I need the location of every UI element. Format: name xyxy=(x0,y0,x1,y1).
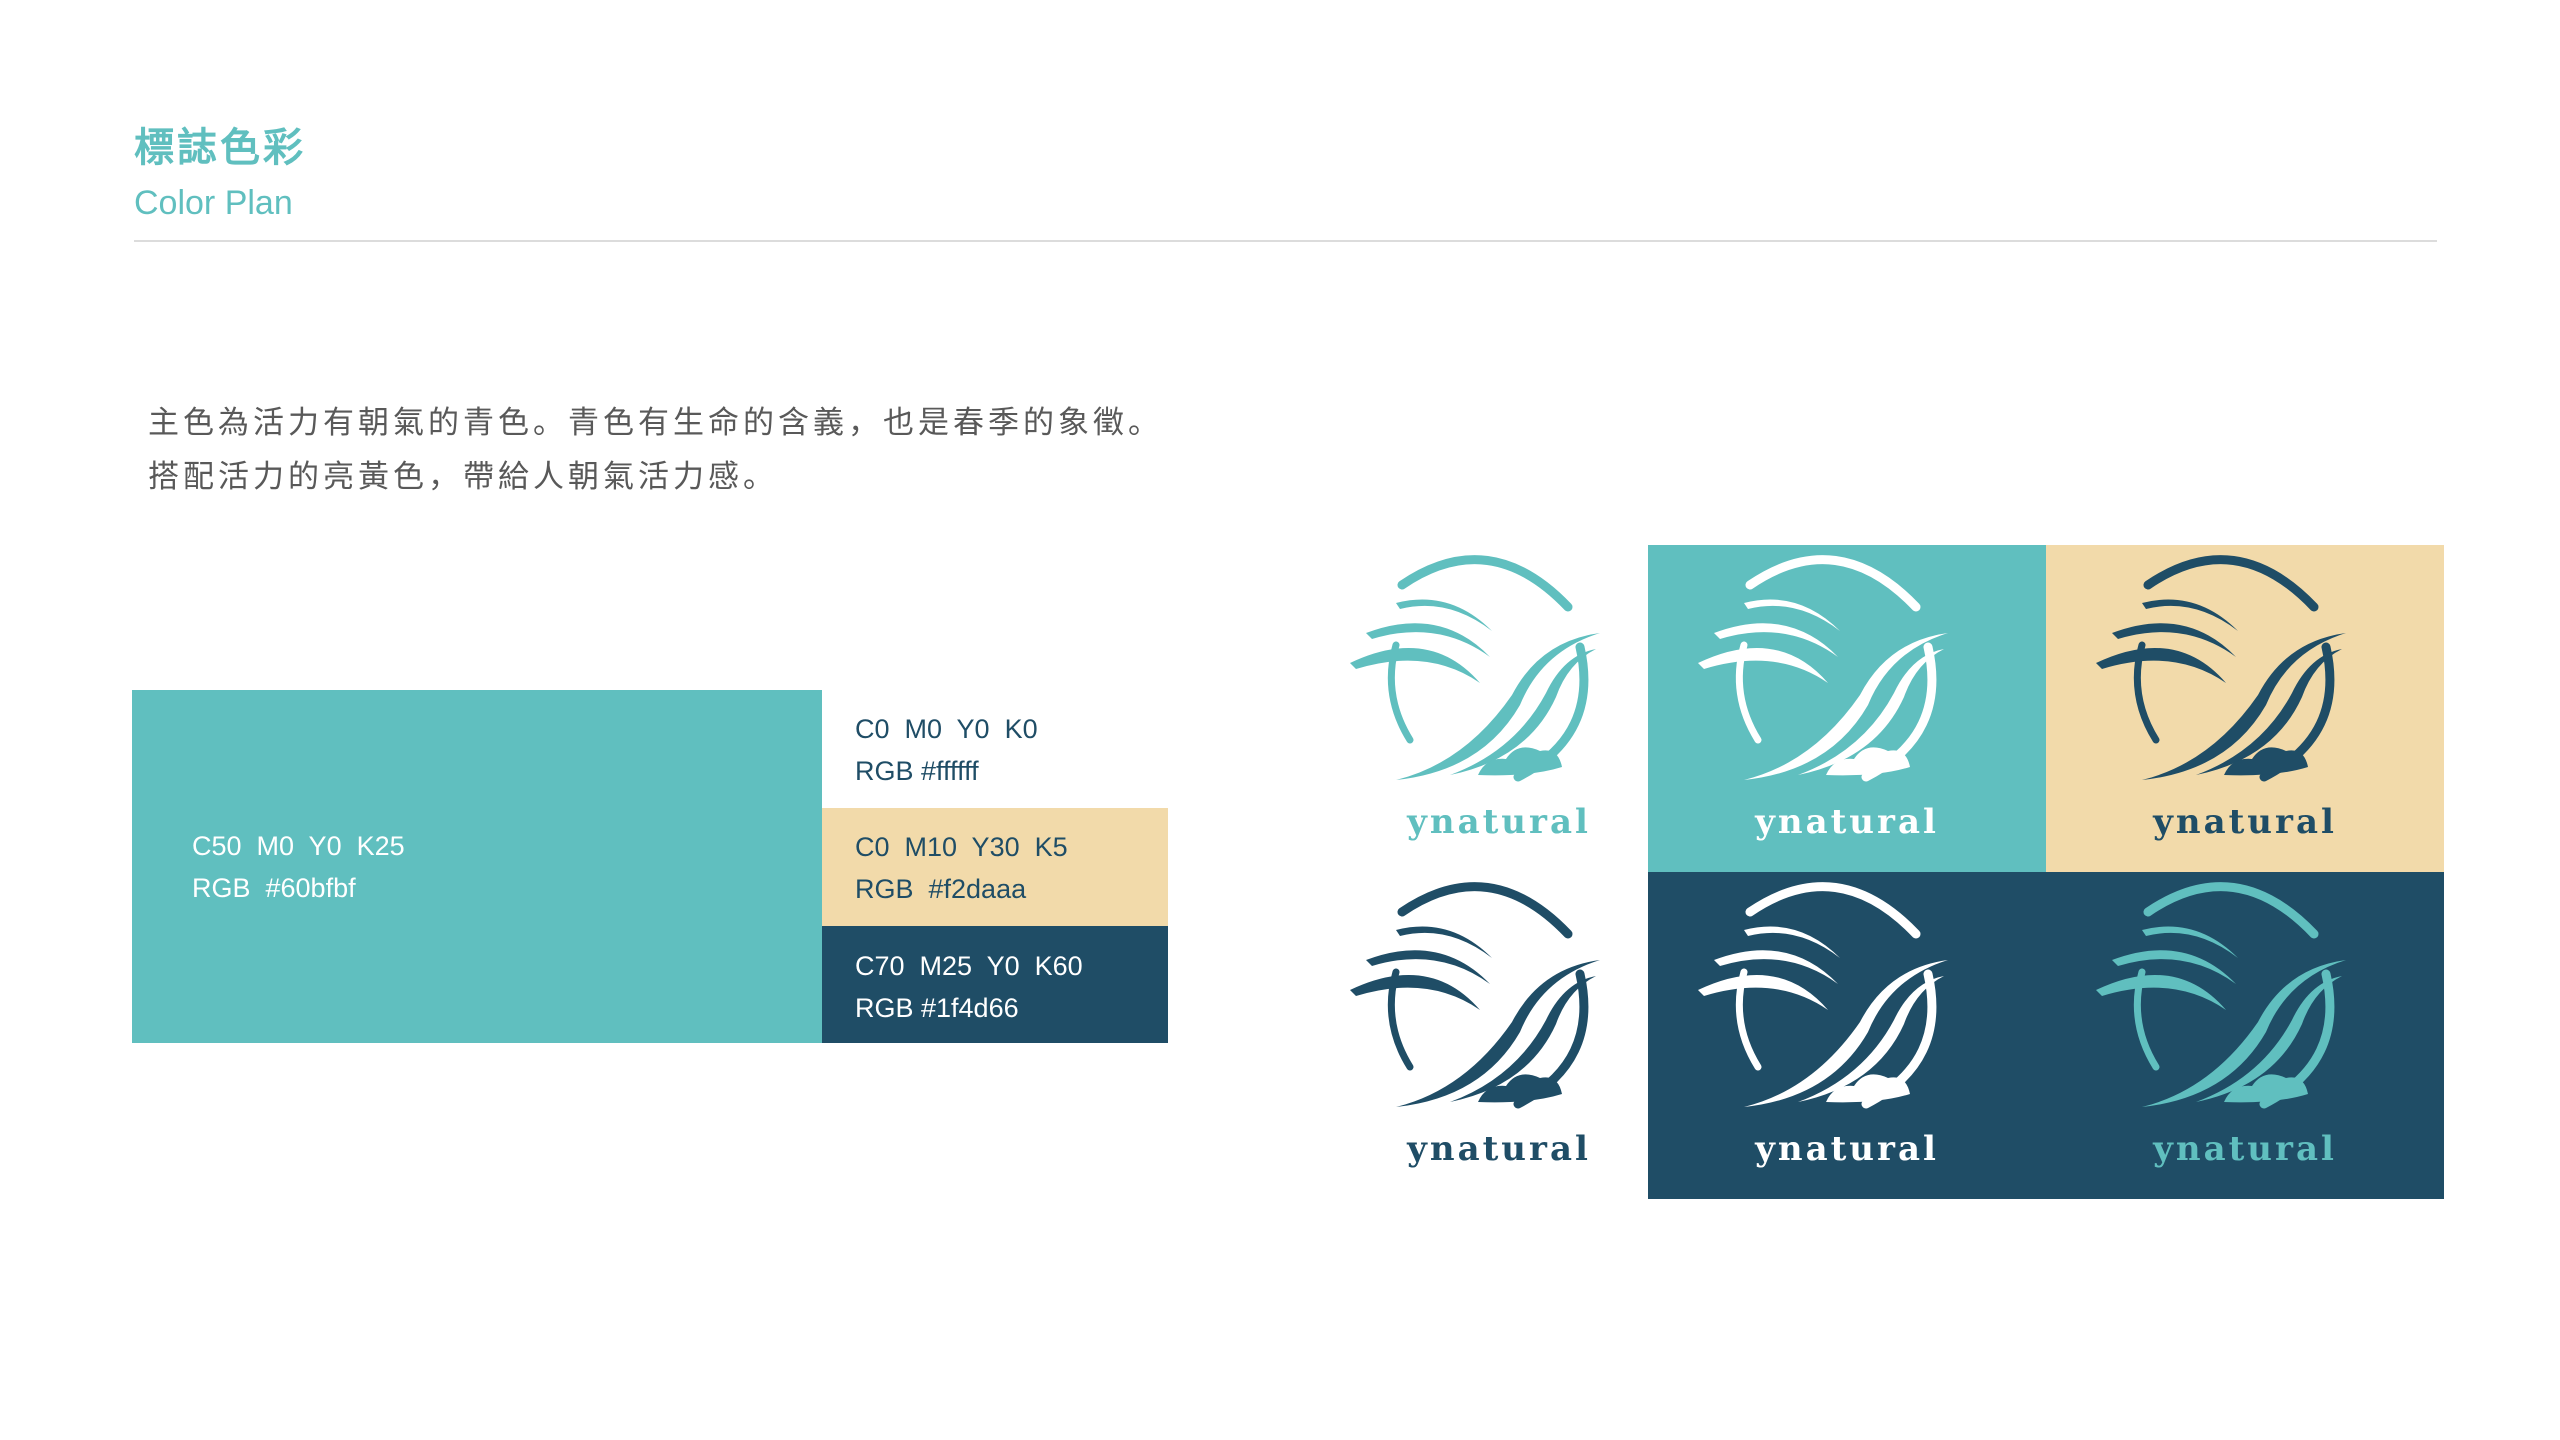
description-line-2: 搭配活力的亮黃色，帶給人朝氣活力感。 xyxy=(148,459,778,495)
brand-wordmark: ynatural xyxy=(1755,1129,1939,1169)
logo-tile: ynatural xyxy=(2046,545,2444,872)
swatch-rgb: RGB #ffffff xyxy=(855,756,979,786)
logo-tile: ynatural xyxy=(1648,545,2046,872)
logo-tile: ynatural xyxy=(1648,872,2046,1199)
brand-wordmark: ynatural xyxy=(2153,1129,2337,1169)
ynatural-emblem-icon xyxy=(1350,882,1600,1109)
swatch-rgb: RGB #f2daaa xyxy=(855,874,1027,904)
swatch-white: C0 M0 Y0 K0 RGB #ffffff xyxy=(822,690,1168,808)
page-subtitle: Color Plan xyxy=(134,184,293,222)
ynatural-emblem-icon xyxy=(1350,555,1600,782)
swatch-yellow: C0 M10 Y30 K5 RGB #f2daaa xyxy=(822,808,1168,926)
brand-wordmark: ynatural xyxy=(1407,802,1591,842)
swatch-cmyk: C50 M0 Y0 K25 xyxy=(192,831,405,861)
ynatural-emblem-icon xyxy=(2096,555,2346,782)
swatch-rgb: RGB #60bfbf xyxy=(192,873,356,903)
logo-tile: ynatural xyxy=(1300,872,1698,1199)
swatch-cmyk: C0 M10 Y30 K5 xyxy=(855,832,1068,862)
swatch-cmyk: C70 M25 Y0 K60 xyxy=(855,951,1083,981)
ynatural-emblem-icon xyxy=(1698,882,1948,1109)
swatch-primary-teal: C50 M0 Y0 K25 RGB #60bfbf xyxy=(132,690,822,1043)
brand-wordmark: ynatural xyxy=(1755,802,1939,842)
swatch-rgb: RGB #1f4d66 xyxy=(855,993,1019,1023)
swatch-navy: C70 M25 Y0 K60 RGB #1f4d66 xyxy=(822,926,1168,1043)
swatch-cmyk: C0 M0 Y0 K0 xyxy=(855,714,1038,744)
swatch-primary-values: C50 M0 Y0 K25 RGB #60bfbf xyxy=(192,825,405,909)
swatch-yellow-values: C0 M10 Y30 K5 RGB #f2daaa xyxy=(855,826,1068,910)
header-divider xyxy=(134,240,2437,242)
page-title: 標誌色彩 xyxy=(134,125,306,171)
swatch-navy-values: C70 M25 Y0 K60 RGB #1f4d66 xyxy=(855,945,1083,1029)
brand-wordmark: ynatural xyxy=(2153,802,2337,842)
swatch-white-values: C0 M0 Y0 K0 RGB #ffffff xyxy=(855,708,1038,792)
ynatural-emblem-icon xyxy=(2096,882,2346,1109)
brand-wordmark: ynatural xyxy=(1407,1129,1591,1169)
logo-tile: ynatural xyxy=(1300,545,1698,872)
ynatural-emblem-icon xyxy=(1698,555,1948,782)
description-line-1: 主色為活力有朝氣的青色。青色有生命的含義，也是春季的象徵。 xyxy=(148,405,1163,441)
logo-tile: ynatural xyxy=(2046,872,2444,1199)
